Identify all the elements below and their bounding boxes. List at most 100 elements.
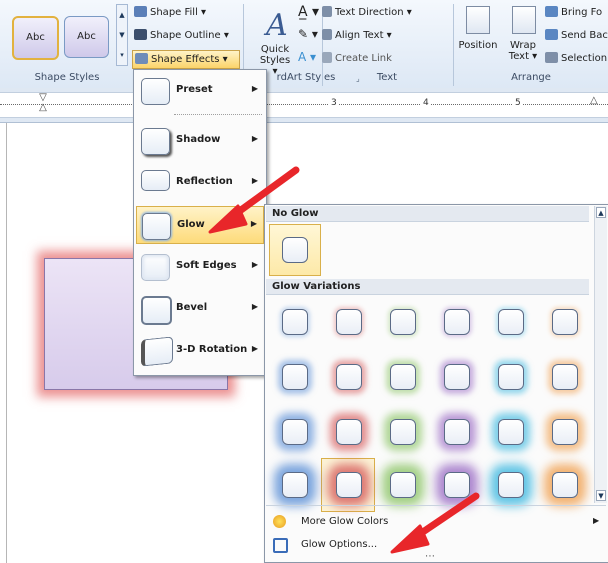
shape-style-2[interactable]: Abc bbox=[64, 16, 109, 58]
glow-variation-swatch[interactable] bbox=[498, 419, 524, 445]
group-label-text: Text bbox=[376, 72, 398, 83]
wrap-text-icon[interactable] bbox=[512, 6, 536, 34]
submenu-arrow-icon: ▶ bbox=[251, 134, 258, 143]
selection-pane-button[interactable]: Selection bbox=[545, 50, 607, 67]
glow-variation-swatch[interactable] bbox=[552, 309, 578, 335]
create-link-button[interactable]: Create Link bbox=[322, 50, 392, 67]
menu-item-3d-rotation[interactable]: 3-D Rotation ▶ bbox=[136, 332, 264, 370]
ruler-tick-3: 3 bbox=[329, 98, 339, 108]
shape-effects-button[interactable]: Shape Effects ▾ bbox=[132, 50, 240, 69]
chain-link-icon bbox=[322, 52, 332, 63]
shape-outline-label: Shape Outline ▾ bbox=[150, 30, 229, 41]
text-direction-icon bbox=[322, 6, 332, 17]
align-text-icon bbox=[322, 29, 332, 40]
gallery-scroll[interactable]: ▲ ▼ ▾ bbox=[116, 4, 128, 66]
menu-item-label: Soft Edges bbox=[176, 260, 237, 271]
glow-variation-swatch[interactable] bbox=[498, 309, 524, 335]
gallery-scrollbar[interactable]: ▲ ▼ bbox=[594, 206, 607, 503]
glow-variation-swatch[interactable] bbox=[282, 364, 308, 390]
paint-bucket-icon bbox=[134, 6, 147, 17]
bring-forward-button[interactable]: Bring Fo bbox=[545, 4, 602, 21]
shape-style-1[interactable]: Abc bbox=[12, 16, 59, 60]
glow-variation-swatch[interactable] bbox=[282, 419, 308, 445]
submenu-arrow-icon: ▶ bbox=[251, 84, 258, 93]
menu-item-shadow[interactable]: Shadow ▶ bbox=[136, 122, 264, 160]
glow-variation-swatch[interactable] bbox=[336, 472, 362, 498]
send-backward-button[interactable]: Send Bac bbox=[545, 27, 608, 44]
glow-variation-swatch[interactable] bbox=[498, 364, 524, 390]
annotation-arrow-glow bbox=[208, 166, 300, 234]
ruler-tick-5: 5 bbox=[513, 98, 523, 108]
glow-variation-swatch[interactable] bbox=[444, 364, 470, 390]
menu-item-bevel[interactable]: Bevel ▶ bbox=[136, 290, 264, 328]
menu-item-label: Preset bbox=[176, 84, 213, 95]
reflection-icon bbox=[141, 170, 170, 191]
wrap-text-button[interactable]: Wrap Text ▾ bbox=[505, 40, 541, 62]
glow-variation-swatch[interactable] bbox=[390, 309, 416, 335]
glow-options-icon bbox=[273, 538, 288, 553]
glow-variation-swatch[interactable] bbox=[390, 364, 416, 390]
group-label-shape-styles: Shape Styles bbox=[34, 72, 100, 83]
soft-edges-icon bbox=[141, 254, 170, 281]
glow-variation-swatch[interactable] bbox=[282, 309, 308, 335]
color-palette-icon bbox=[273, 515, 286, 528]
text-effects-icon[interactable]: A ▾ bbox=[298, 50, 316, 64]
shape-style-2-label: Abc bbox=[77, 31, 96, 42]
glow-variation-swatch[interactable] bbox=[282, 472, 308, 498]
align-text-button[interactable]: Align Text ▾ bbox=[322, 27, 392, 44]
scroll-up-icon[interactable]: ▲ bbox=[596, 207, 606, 218]
selection-pane-label: Selection bbox=[561, 53, 608, 64]
ruler-strip: ▽ △ 3 4 5 △ bbox=[0, 92, 608, 118]
submenu-arrow-icon: ▶ bbox=[251, 344, 258, 353]
shape-fill-label: Shape Fill ▾ bbox=[150, 7, 207, 18]
shape-effects-icon bbox=[135, 53, 148, 64]
page-edge bbox=[6, 123, 7, 563]
glow-options-label: Glow Options... bbox=[301, 539, 378, 550]
text-outline-icon[interactable]: ✎ ▾ bbox=[298, 27, 318, 41]
more-glow-colors-label: More Glow Colors bbox=[301, 516, 389, 527]
glow-variation-swatch[interactable] bbox=[552, 364, 578, 390]
create-link-label: Create Link bbox=[335, 53, 392, 64]
bring-forward-label: Bring Fo bbox=[561, 7, 603, 18]
glow-variation-swatch[interactable] bbox=[552, 472, 578, 498]
3d-rotation-icon bbox=[141, 336, 173, 367]
glow-variation-swatch[interactable] bbox=[336, 309, 362, 335]
ribbon: Abc Abc ▲ ▼ ▾ Shape Fill ▾ Shape Outline ▾… bbox=[0, 0, 608, 89]
send-backward-icon bbox=[545, 29, 558, 40]
text-fill-icon[interactable]: A̲ ▾ bbox=[298, 4, 319, 20]
position-icon[interactable] bbox=[466, 6, 490, 34]
glow-variation-swatch[interactable] bbox=[444, 309, 470, 335]
glow-variation-swatch[interactable] bbox=[552, 419, 578, 445]
glow-variation-swatch[interactable] bbox=[336, 364, 362, 390]
menu-item-label: 3-D Rotation bbox=[176, 344, 248, 355]
dialog-launcher-icon[interactable]: ⌟ bbox=[356, 74, 360, 83]
glow-variation-swatch[interactable] bbox=[336, 419, 362, 445]
align-text-label: Align Text ▾ bbox=[335, 30, 392, 41]
position-button[interactable]: Position bbox=[454, 40, 502, 51]
wordart-a-icon[interactable]: A bbox=[266, 8, 288, 43]
menu-item-label: Bevel bbox=[176, 302, 208, 313]
scroll-down-icon[interactable]: ▼ bbox=[596, 490, 606, 501]
menu-item-preset[interactable]: Preset ▶ bbox=[136, 72, 264, 110]
glow-variation-swatch[interactable] bbox=[444, 419, 470, 445]
glow-variation-swatch[interactable] bbox=[498, 472, 524, 498]
no-glow-header: No Glow bbox=[266, 206, 589, 222]
shape-outline-button[interactable]: Shape Outline ▾ bbox=[134, 27, 229, 44]
menu-item-soft-edges[interactable]: Soft Edges ▶ bbox=[136, 248, 264, 286]
selection-pane-icon bbox=[545, 52, 558, 63]
bevel-icon bbox=[141, 296, 172, 325]
annotation-arrow-glow-options bbox=[390, 492, 480, 554]
send-backward-label: Send Bac bbox=[561, 30, 608, 41]
horizontal-ruler: ▽ △ 3 4 5 △ bbox=[0, 88, 608, 123]
group-label-arrange: Arrange bbox=[511, 72, 551, 83]
submenu-arrow-icon: ▶ bbox=[251, 260, 258, 269]
right-indent-marker-icon[interactable]: △ bbox=[590, 95, 598, 106]
indent-marker-icon[interactable]: ▽ △ bbox=[38, 93, 48, 115]
submenu-arrow-icon: ▶ bbox=[251, 302, 258, 311]
glow-variations-header: Glow Variations bbox=[266, 279, 589, 295]
glow-variation-swatch[interactable] bbox=[390, 419, 416, 445]
shape-fill-button[interactable]: Shape Fill ▾ bbox=[134, 4, 206, 21]
ruler-tick-4: 4 bbox=[421, 98, 431, 108]
menu-separator bbox=[174, 114, 262, 115]
text-direction-button[interactable]: Text Direction ▾ bbox=[322, 4, 412, 21]
